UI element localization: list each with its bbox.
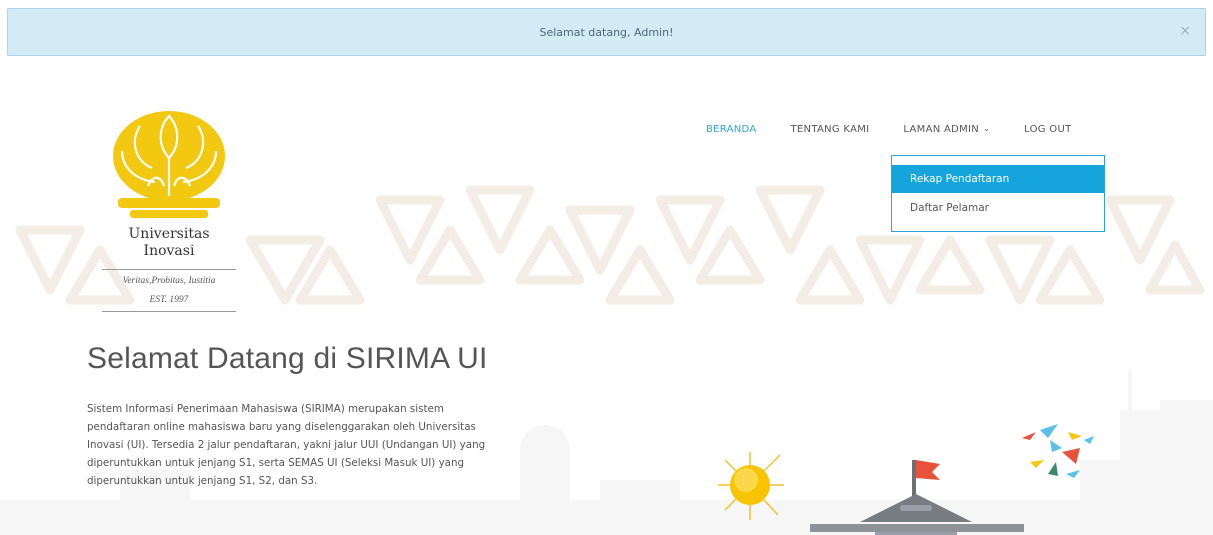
university-name-line1: Universitas — [128, 226, 210, 242]
nav-laman-admin-label: LAMAN ADMIN — [903, 123, 980, 135]
university-name: Universitas Inovasi — [100, 226, 238, 260]
chevron-down-icon: ⌄ — [983, 123, 991, 133]
menu-item-rekap-pendaftaran[interactable]: Rekap Pendaftaran — [892, 165, 1104, 193]
nav-tentang-kami[interactable]: TENTANG KAMI — [791, 124, 870, 135]
close-icon[interactable]: × — [1179, 24, 1191, 38]
nav-laman-admin[interactable]: LAMAN ADMIN ⌄ — [903, 124, 990, 135]
welcome-alert: Selamat datang, Admin! × — [7, 8, 1206, 56]
university-motto: Veritas,Probitas, Iustitia — [122, 276, 216, 286]
nav-log-out[interactable]: LOG OUT — [1024, 124, 1071, 135]
main-nav: BERANDA TENTANG KAMI LAMAN ADMIN ⌄ LOG OU… — [706, 121, 1072, 137]
hero-description: Sistem Informasi Penerimaan Mahasiswa (S… — [87, 403, 486, 487]
logo-divider-top — [102, 269, 236, 270]
page-title: Selamat Datang di SIRIMA UI — [87, 342, 488, 375]
nav-beranda[interactable]: BERANDA — [706, 124, 757, 135]
menu-item-daftar-pelamar[interactable]: Daftar Pelamar — [892, 194, 1104, 222]
university-name-line2: Inovasi — [143, 243, 195, 259]
admin-dropdown-menu: Rekap Pendaftaran Daftar Pelamar — [891, 155, 1105, 232]
logo-divider-bottom — [102, 311, 236, 312]
alert-message: Selamat datang, Admin! — [539, 25, 674, 39]
university-established: EST. 1997 — [149, 295, 189, 305]
